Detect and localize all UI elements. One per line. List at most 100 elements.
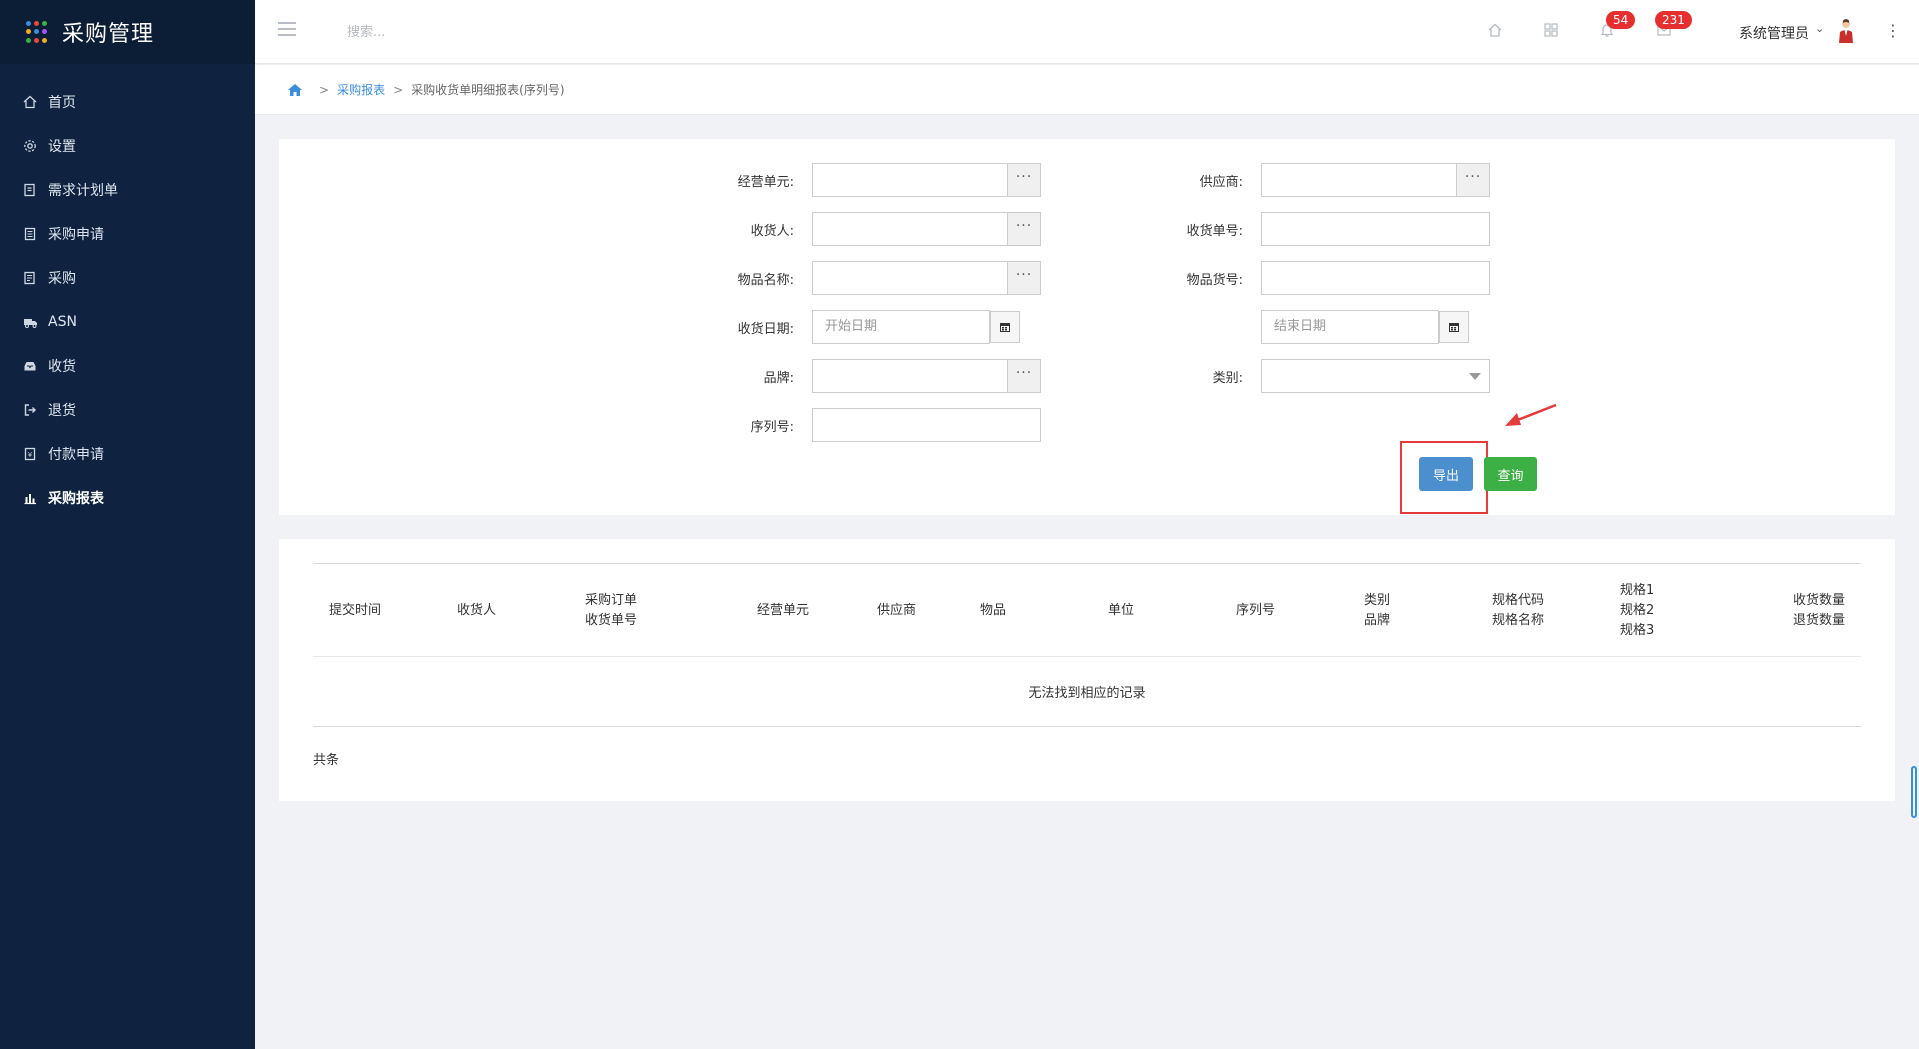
scrollbar-thumb[interactable] — [1911, 766, 1917, 818]
home-icon[interactable] — [287, 83, 303, 97]
sidebar-item-label: 采购申请 — [48, 227, 104, 243]
avatar[interactable] — [1837, 18, 1855, 44]
grid-icon[interactable] — [1542, 22, 1560, 40]
brand-dot — [26, 29, 31, 35]
column-header[interactable]: 采购订单 收货单号 — [585, 564, 637, 658]
search-input[interactable] — [347, 20, 567, 44]
supplier-field[interactable]: ··· — [1261, 163, 1490, 197]
lookup-button[interactable]: ··· — [1456, 163, 1490, 197]
sidebar-item-asn[interactable]: ASN — [0, 300, 255, 344]
brand-dot — [34, 21, 39, 26]
notification-badge: 54 — [1606, 11, 1636, 29]
results-table: 提交时间 收货人 采购订单 收货单号 经营单元 供应商 物品 单位 序列号 类别品… — [313, 563, 1861, 727]
column-header[interactable]: 提交时间 — [329, 564, 381, 658]
export-button[interactable]: 导出 — [1419, 457, 1473, 491]
brand-field[interactable]: ··· — [812, 359, 1041, 393]
breadcrumb-current: 采购收货单明细报表(序列号) — [411, 83, 565, 97]
sidebar-item-label: 采购 — [48, 271, 76, 287]
breadcrumb-parent-link[interactable]: 采购报表 — [337, 81, 385, 98]
sidebar-item-label: 付款申请 — [48, 447, 104, 463]
gear-icon — [22, 138, 38, 154]
column-header[interactable]: 序列号 — [1236, 564, 1275, 658]
brand-label: 品牌: — [763, 371, 794, 386]
sidebar-item-label: 退货 — [48, 403, 76, 419]
column-header[interactable]: 单位 — [1108, 564, 1134, 658]
receipt-no-field[interactable] — [1261, 212, 1490, 246]
column-header[interactable]: 供应商 — [877, 564, 916, 658]
business-unit-field[interactable]: ··· — [812, 163, 1041, 197]
serial-no-label: 序列号: — [750, 420, 794, 435]
document-edit-icon — [22, 182, 38, 198]
receiver-label: 收货人: — [750, 224, 794, 239]
search-form-panel: 经营单元: ··· 供应商: ··· 收货人: ··· 收货单号: 物品名称: … — [279, 139, 1895, 515]
truck-icon — [22, 314, 38, 330]
sidebar-item-label: 需求计划单 — [48, 183, 118, 199]
receipt-icon: ¥ — [22, 446, 38, 462]
category-select[interactable] — [1261, 359, 1490, 393]
sidebar-item-label: 采购报表 — [48, 491, 104, 507]
menu-toggle-icon[interactable] — [278, 22, 296, 36]
app-title: 采购管理 — [62, 22, 155, 47]
serial-no-field[interactable] — [812, 408, 1041, 442]
annotation-arrow-icon — [1505, 403, 1557, 426]
receiver-field[interactable]: ··· — [812, 212, 1041, 246]
sidebar-item-return[interactable]: 退货 — [0, 388, 255, 432]
brand-dot — [34, 37, 39, 43]
sidebar-item-payment-request[interactable]: ¥ 付款申请 — [0, 432, 255, 476]
home-icon[interactable] — [1486, 22, 1504, 40]
end-date-placeholder: 结束日期 — [1274, 319, 1327, 334]
sidebar-item-purchase-request[interactable]: 采购申请 — [0, 212, 255, 256]
receipt-date-label: 收货日期: — [737, 322, 794, 337]
clipboard-icon — [22, 226, 38, 242]
calendar-icon[interactable] — [1439, 311, 1469, 343]
calendar-icon[interactable] — [990, 311, 1020, 343]
sign-out-icon — [22, 402, 38, 418]
sidebar-item-settings[interactable]: 设置 — [0, 124, 255, 168]
inbox-icon — [22, 358, 38, 374]
table-header: 提交时间 收货人 采购订单 收货单号 经营单元 供应商 物品 单位 序列号 类别品… — [313, 563, 1861, 657]
start-date-field[interactable]: 开始日期 — [812, 310, 990, 344]
lookup-button[interactable]: ··· — [1007, 163, 1041, 197]
column-header[interactable]: 收货数量 退货数量 — [1793, 564, 1845, 658]
column-header[interactable]: 物品 — [980, 564, 1006, 658]
lookup-button[interactable]: ··· — [1007, 261, 1041, 295]
supplier-label: 供应商: — [1199, 175, 1243, 190]
brand-dot — [34, 29, 39, 35]
dropdown-caret-icon — [1469, 373, 1481, 380]
sidebar-item-home[interactable]: 首页 — [0, 80, 255, 124]
svg-text:¥: ¥ — [28, 451, 33, 459]
sidebar-item-label: 设置 — [48, 139, 76, 155]
results-table-panel: 提交时间 收货人 采购订单 收货单号 经营单元 供应商 物品 单位 序列号 类别品… — [279, 539, 1895, 801]
column-header[interactable]: 规格代码 规格名称 — [1492, 564, 1544, 658]
lookup-button[interactable]: ··· — [1007, 359, 1041, 393]
sidebar-item-purchase-report[interactable]: 采购报表 — [0, 476, 255, 520]
table-footer-count: 共条 — [313, 753, 340, 768]
user-name[interactable]: 系统管理员 — [1739, 23, 1809, 43]
lookup-button[interactable]: ··· — [1007, 212, 1041, 246]
sidebar-nav: 首页 设置 需求计划单 采购申请 采购 ASN 收货 退货 ¥ 付款申请 采购报… — [0, 80, 255, 520]
app-grid-icon[interactable] — [26, 21, 48, 43]
sidebar-item-purchase[interactable]: 采购 — [0, 256, 255, 300]
sidebar-item-demand-plan[interactable]: 需求计划单 — [0, 168, 255, 212]
item-code-field[interactable] — [1261, 261, 1490, 295]
item-name-field[interactable]: ··· — [812, 261, 1041, 295]
empty-table-message: 无法找到相应的记录 — [313, 657, 1861, 727]
top-bar: 54 231 系统管理员 ⌄ ⋮ — [255, 0, 1919, 64]
chevron-down-icon[interactable]: ⌄ — [1815, 22, 1824, 35]
column-header[interactable]: 类别 品牌 — [1364, 564, 1390, 658]
category-label: 类别: — [1212, 371, 1243, 386]
more-vertical-icon[interactable]: ⋮ — [1885, 20, 1901, 42]
query-button[interactable]: 查询 — [1484, 457, 1537, 491]
start-date-placeholder: 开始日期 — [825, 319, 878, 334]
column-header[interactable]: 规格1 规格2 规格3 — [1620, 564, 1654, 658]
sidebar-item-receiving[interactable]: 收货 — [0, 344, 255, 388]
brand-dot — [42, 21, 47, 26]
message-badge: 231 — [1655, 11, 1692, 29]
end-date-field[interactable]: 结束日期 — [1261, 310, 1439, 344]
list-document-icon — [22, 270, 38, 286]
sidebar-item-label: ASN — [48, 314, 77, 330]
brand-dot — [42, 37, 47, 43]
column-header[interactable]: 收货人 — [457, 564, 496, 658]
column-header[interactable]: 经营单元 — [757, 564, 809, 658]
bar-chart-icon — [22, 490, 38, 506]
